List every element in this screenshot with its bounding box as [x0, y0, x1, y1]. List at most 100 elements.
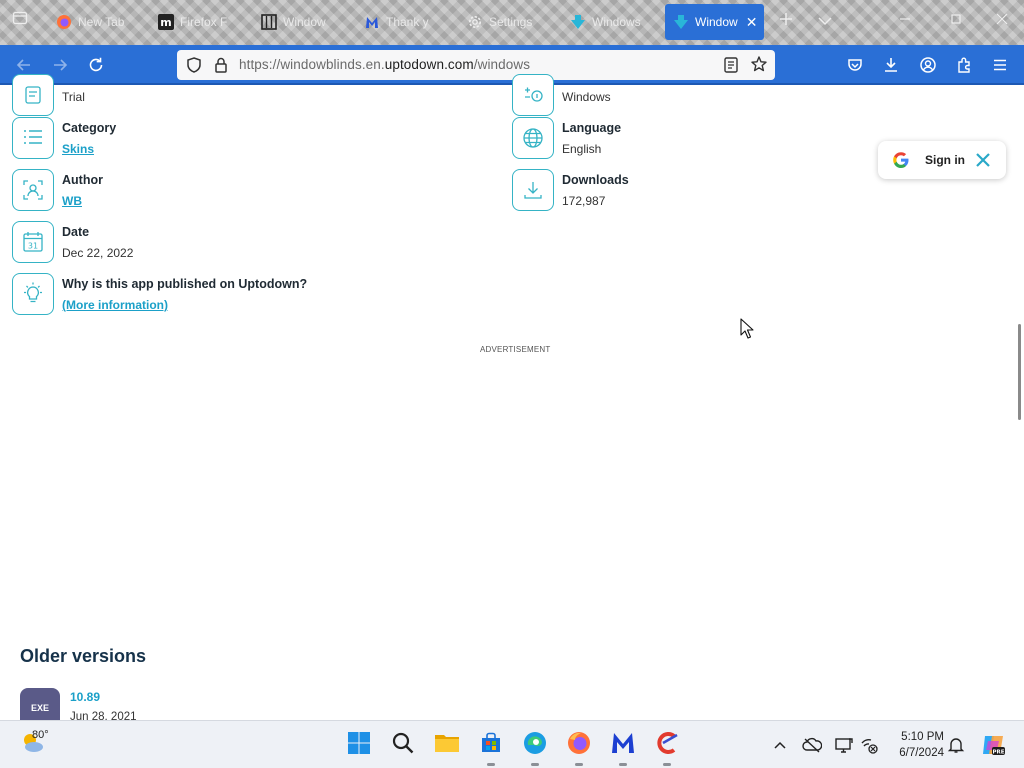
start-button[interactable]	[345, 731, 373, 759]
downloads-value: 172,987	[562, 194, 606, 208]
reload-icon[interactable]	[84, 53, 108, 77]
tab-thank-you[interactable]: Thank y	[364, 4, 456, 40]
gear-icon	[467, 14, 483, 30]
address-bar[interactable]: https://windowblinds.en.uptodown.com/win…	[177, 50, 775, 80]
network-icon[interactable]	[859, 735, 879, 755]
edge-icon	[522, 730, 548, 761]
new-tab-button[interactable]	[778, 11, 794, 32]
uptodown-icon	[570, 14, 586, 30]
onedrive-offline-icon[interactable]	[802, 735, 822, 755]
taskbar-store[interactable]	[477, 731, 505, 766]
license-value: Trial	[62, 90, 85, 104]
url-prefix: https://windowblinds.en.	[239, 57, 385, 72]
author-link[interactable]: WB	[62, 194, 82, 208]
tab-windows[interactable]: Windows	[570, 4, 658, 40]
list-icon	[12, 117, 54, 159]
tab-label: Window	[695, 15, 738, 29]
category-label: Category	[62, 121, 117, 135]
malwarebytes-icon	[610, 730, 636, 761]
taskbar-file-explorer[interactable]	[433, 731, 461, 759]
svg-text:31: 31	[28, 242, 38, 251]
search-icon	[391, 731, 415, 760]
copilot-icon[interactable]: PRE	[980, 732, 1006, 758]
license-icon	[12, 74, 54, 116]
firefox-icon	[566, 730, 592, 761]
more-information-link[interactable]: (More information)	[62, 298, 168, 312]
mouse-cursor-icon	[740, 318, 754, 345]
close-tab-icon[interactable]: ✕	[746, 14, 758, 31]
tab-list-chevron-icon[interactable]	[818, 13, 832, 31]
language-value: English	[562, 142, 602, 156]
taskbar-firefox[interactable]	[565, 730, 593, 766]
reader-view-icon[interactable]	[723, 56, 739, 79]
clock-date: 6/7/2024	[899, 747, 944, 759]
notification-bell-icon[interactable]	[946, 735, 966, 755]
store-icon	[479, 731, 503, 760]
maximize-icon[interactable]	[949, 12, 963, 29]
account-icon[interactable]	[916, 53, 940, 77]
tab-settings[interactable]: Settings	[467, 4, 559, 40]
tab-label: Windows	[592, 15, 641, 29]
running-indicator	[663, 763, 671, 766]
malwarebytes-icon	[364, 14, 380, 30]
extensions-icon[interactable]	[952, 53, 976, 77]
minimize-icon[interactable]	[898, 12, 912, 29]
forward-arrow-icon[interactable]	[48, 53, 72, 77]
menu-icon[interactable]	[988, 53, 1012, 77]
firefox-icon	[56, 14, 72, 30]
uptodown-icon	[673, 14, 689, 30]
running-indicator	[531, 763, 539, 766]
tab-label: Thank y	[386, 15, 429, 29]
version-link[interactable]: 10.89	[70, 690, 100, 704]
taskbar-ccleaner[interactable]	[653, 730, 681, 766]
weather-temperature: 80°	[32, 729, 49, 741]
why-published-label: Why is this app published on Uptodown?	[62, 277, 308, 291]
language-label: Language	[562, 121, 622, 135]
tab-active-window[interactable]: Window ✕	[665, 4, 764, 40]
bookmark-star-icon[interactable]	[750, 55, 768, 78]
taskbar-malwarebytes[interactable]	[609, 730, 637, 766]
date-value: Dec 22, 2022	[62, 246, 134, 260]
show-hidden-icons-chevron-icon[interactable]	[770, 735, 790, 755]
calendar-icon: 31	[12, 221, 54, 263]
category-link[interactable]: Skins	[62, 142, 94, 156]
downloads-icon[interactable]	[879, 53, 903, 77]
clock-time: 5:10 PM	[901, 731, 944, 743]
pocket-icon[interactable]	[843, 53, 867, 77]
running-indicator	[619, 763, 627, 766]
url-text[interactable]: https://windowblinds.en.uptodown.com/win…	[239, 57, 530, 72]
close-icon[interactable]	[975, 152, 991, 173]
running-indicator	[487, 763, 495, 766]
tab-window[interactable]: Window	[261, 4, 353, 40]
tab-overview-icon[interactable]	[12, 10, 28, 31]
system-clock[interactable]: 5:10 PM 6/7/2024	[888, 729, 944, 761]
url-domain: uptodown.com	[384, 57, 474, 72]
ccleaner-icon	[654, 730, 680, 761]
older-versions-title: Older versions	[20, 646, 147, 666]
svg-text:PRE: PRE	[992, 749, 1004, 755]
google-signin-popup[interactable]: Sign in	[878, 141, 1006, 179]
windows-logo-icon	[347, 731, 371, 760]
taskbar-search[interactable]	[389, 731, 417, 759]
tab-label: Settings	[489, 15, 533, 29]
date-label: Date	[62, 225, 90, 239]
tab-label: Firefox F	[180, 15, 228, 29]
lock-icon[interactable]	[213, 56, 229, 79]
taskbar-edge[interactable]	[521, 730, 549, 766]
tab-label: New Tab	[78, 15, 125, 29]
author-icon	[12, 169, 54, 211]
os-value: Windows	[562, 90, 611, 104]
tab-new-tab[interactable]: New Tab	[56, 4, 148, 40]
shield-icon[interactable]	[185, 56, 203, 79]
windowblinds-icon	[261, 14, 277, 30]
google-logo-icon	[892, 151, 910, 174]
downloads-label: Downloads	[562, 173, 629, 187]
tab-firefox[interactable]: m Firefox F	[158, 4, 250, 40]
running-indicator	[575, 763, 583, 766]
close-window-icon[interactable]	[995, 12, 1009, 29]
page-scrollbar[interactable]	[1018, 324, 1021, 420]
display-icon[interactable]	[834, 735, 854, 755]
m-logo-icon: m	[158, 14, 174, 30]
author-label: Author	[62, 173, 103, 187]
download-icon	[512, 169, 554, 211]
